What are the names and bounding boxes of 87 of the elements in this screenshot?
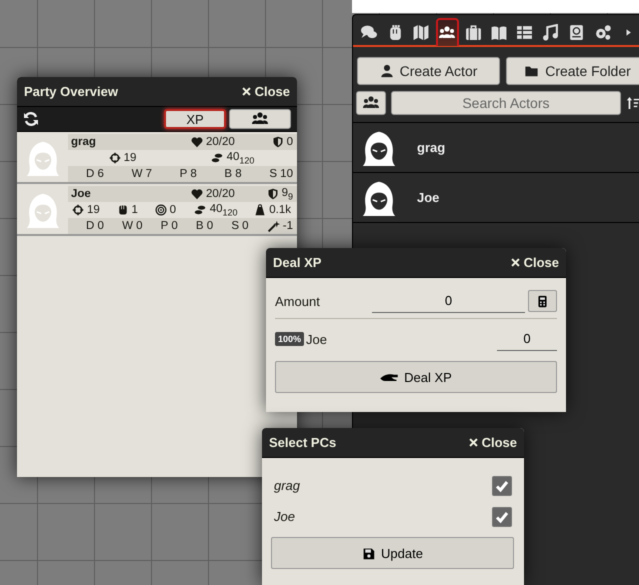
chat-bubbles-icon — [360, 24, 378, 40]
footprints-icon — [210, 152, 224, 164]
saving-throw: D 6 — [86, 168, 104, 180]
create-actor-button[interactable]: Create Actor — [357, 57, 500, 85]
share-badge: 100% — [275, 332, 304, 346]
crosshair-icon — [72, 204, 84, 216]
crosshair-icon — [108, 152, 121, 164]
close-icon — [510, 257, 521, 268]
actor-entry[interactable]: grag — [353, 123, 639, 173]
stat-value: 0.1k — [269, 204, 291, 216]
xp-tab[interactable]: XP — [164, 109, 226, 129]
map-icon — [412, 24, 430, 40]
window-header[interactable]: Party Overview Close — [17, 77, 297, 107]
close-icon — [240, 86, 252, 97]
stat-value: 19 — [124, 152, 136, 164]
recipient-xp-field[interactable]: 0 — [497, 328, 557, 350]
actor-entry[interactable]: Joe — [353, 173, 639, 223]
gears-icon — [594, 24, 612, 40]
close-button[interactable]: Close — [468, 435, 517, 450]
member-name[interactable]: Joe — [71, 188, 191, 200]
member-name[interactable]: grag — [71, 136, 191, 148]
saving-throw: W 0 — [122, 220, 143, 232]
armor-class: 0 — [286, 136, 293, 148]
calculator-icon — [536, 294, 549, 308]
saving-throw: W 7 — [132, 168, 152, 180]
window-title: Select PCs — [269, 435, 336, 450]
saving-throw: D 0 — [86, 220, 104, 232]
update-button[interactable]: Update — [271, 537, 514, 569]
window-header[interactable]: Deal XP Close — [266, 248, 566, 278]
create-folder-button[interactable]: Create Folder — [506, 57, 639, 85]
wand-icon — [266, 220, 280, 232]
shield-icon — [272, 136, 284, 148]
hit-points: 20/20 — [206, 188, 235, 200]
fist-icon — [116, 204, 128, 216]
saving-throw: S 10 — [269, 168, 293, 180]
pc-checkbox[interactable] — [492, 506, 512, 526]
close-button[interactable]: Close — [240, 84, 290, 99]
table-icon — [516, 24, 534, 40]
open-book-icon — [490, 24, 508, 40]
saving-throw: B 8 — [224, 168, 242, 180]
users-icon — [438, 25, 456, 41]
stat-value: 1 — [132, 204, 138, 216]
refresh-icon — [23, 111, 39, 127]
close-button[interactable]: Close — [510, 255, 559, 270]
stat-value: 40$_{120}$ — [210, 202, 238, 218]
sort-icon — [626, 95, 639, 111]
armor-class: 9$_{9}$ — [282, 186, 293, 202]
person-icon — [380, 64, 394, 78]
pc-name: Joe — [274, 509, 295, 524]
party-tab[interactable] — [229, 109, 291, 129]
stat-value: 40$_{120}$ — [226, 150, 254, 166]
heart-icon — [191, 136, 203, 148]
save-icon — [362, 546, 376, 560]
window-header[interactable]: Select PCs Close — [262, 428, 524, 458]
folder-icon — [524, 64, 540, 78]
stat-value: -1 — [282, 220, 293, 232]
recipient-name: Joe — [306, 332, 327, 346]
hit-points: 20/20 — [206, 136, 235, 148]
window-title: Party Overview — [24, 84, 118, 99]
calculator-button[interactable] — [528, 290, 557, 312]
footprints-icon — [192, 204, 207, 216]
saving-throw: P 8 — [180, 168, 197, 180]
window-title: Deal XP — [273, 255, 322, 270]
target-icon — [154, 204, 167, 216]
saving-throw: S 0 — [231, 220, 249, 232]
stat-value: 19 — [87, 204, 100, 216]
pc-name: grag — [274, 478, 300, 493]
shield-icon — [266, 188, 279, 200]
users-icon — [362, 95, 380, 111]
users-icon — [251, 111, 269, 127]
heart-icon — [191, 188, 203, 200]
amount-field[interactable]: 0 — [372, 290, 525, 312]
suitcase-icon — [464, 24, 482, 40]
stat-value: 0 — [170, 204, 176, 216]
hand-icon — [380, 374, 398, 380]
weight-icon — [254, 204, 266, 216]
music-note-icon — [542, 24, 560, 40]
saving-throw: B 0 — [196, 220, 214, 232]
search-field[interactable]: Search Actors — [390, 91, 622, 115]
book-icon — [568, 24, 586, 40]
sidebar-tab[interactable] — [436, 18, 459, 46]
group-button[interactable] — [356, 91, 386, 115]
amount-label: Amount — [275, 294, 321, 308]
close-icon — [468, 437, 479, 448]
saving-throw: P 0 — [160, 220, 178, 232]
deal-xp-button[interactable]: Deal XP — [275, 361, 557, 393]
pc-checkbox[interactable] — [492, 476, 512, 496]
